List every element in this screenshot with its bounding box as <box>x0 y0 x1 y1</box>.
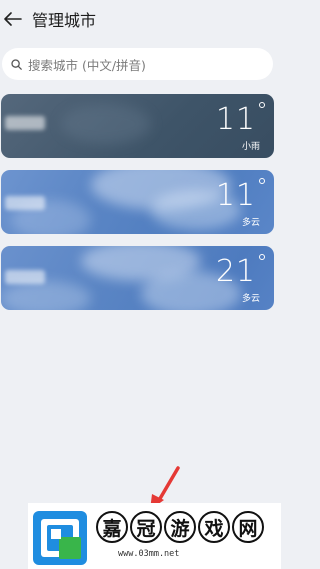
watermark-char: 游 <box>164 511 196 543</box>
watermark-logo <box>33 511 87 565</box>
city-card[interactable]: 21 多云 <box>1 246 274 310</box>
weather-condition: 多云 <box>241 294 260 304</box>
search-icon <box>11 58 22 70</box>
watermark-char: 嘉 <box>96 511 128 543</box>
search-placeholder: 搜索城市 (中文/拼音) <box>28 57 146 73</box>
search-input[interactable]: 搜索城市 (中文/拼音) <box>2 48 273 80</box>
weather-condition: 小雨 <box>241 142 260 152</box>
watermark-char: 网 <box>232 511 264 543</box>
degree-icon <box>259 178 265 184</box>
city-name-blurred <box>5 116 45 130</box>
back-button[interactable] <box>2 8 24 30</box>
city-name-blurred <box>5 196 45 210</box>
watermark-title: 嘉 冠 游 戏 网 <box>96 511 264 543</box>
weather-condition: 多云 <box>241 218 260 228</box>
back-arrow-icon <box>4 12 22 26</box>
city-temperature: 21 <box>215 254 256 289</box>
degree-icon <box>259 254 265 260</box>
city-temperature: 11 <box>215 102 256 137</box>
degree-icon <box>259 102 265 108</box>
watermark-char: 戏 <box>198 511 230 543</box>
page-title: 管理城市 <box>32 11 97 30</box>
header: 管理城市 <box>0 0 281 38</box>
watermark-url: www.03mm.net <box>118 549 180 559</box>
city-card[interactable]: 11 小雨 <box>1 94 274 158</box>
watermark-char: 冠 <box>130 511 162 543</box>
city-name-blurred <box>5 270 45 284</box>
city-temperature: 11 <box>215 178 256 213</box>
city-card[interactable]: 11 多云 <box>1 170 274 234</box>
